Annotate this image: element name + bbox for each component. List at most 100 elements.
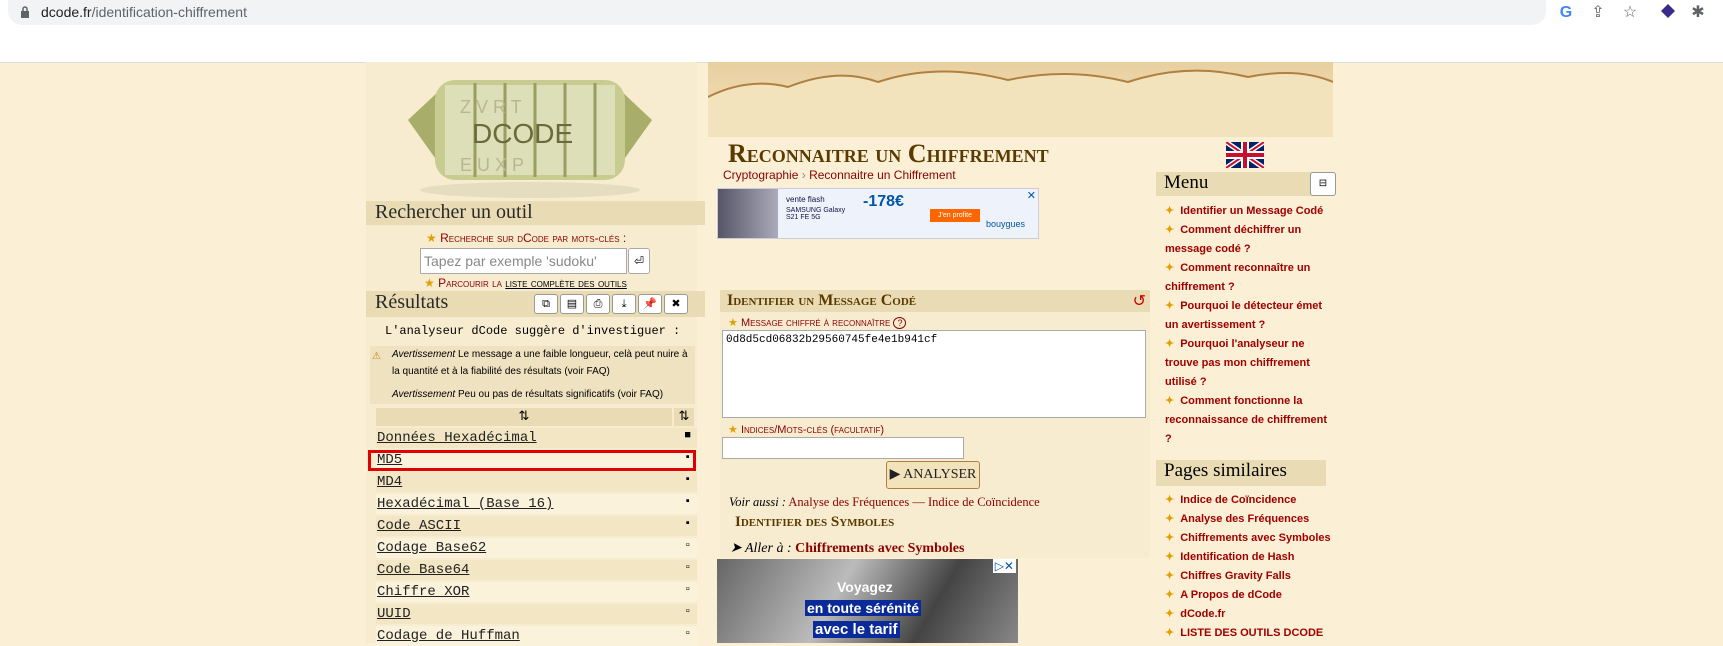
item-label[interactable]: Chiffrements avec Symboles xyxy=(1180,532,1330,544)
item-label[interactable]: Comment fonctionne la reconnaissance de … xyxy=(1165,395,1327,445)
address-bar[interactable]: dcode.fr/identification-chiffrement xyxy=(8,0,1546,25)
ad-banner-samsung[interactable]: vente flash SAMSUNG Galaxy S21 FE 5G -17… xyxy=(717,188,1039,239)
result-link[interactable]: Code ASCII xyxy=(377,518,461,534)
clipboard-icon[interactable]: ▤ xyxy=(560,294,584,314)
menu-item[interactable]: ✦ Comment reconnaître un chiffrement ? xyxy=(1165,259,1335,297)
analyze-button[interactable]: ▶ ANALYSER xyxy=(886,461,980,489)
result-row[interactable]: Code ASCII ▪ xyxy=(376,516,697,536)
copy-icon[interactable]: ⧉ xyxy=(534,294,558,314)
ad-close-icon[interactable]: ✕ xyxy=(1027,189,1036,202)
similar-page-item[interactable]: ✦ Chiffrements avec Symboles xyxy=(1165,529,1340,548)
print-icon[interactable]: ⎙ xyxy=(586,294,610,314)
ad-banner-travel[interactable]: Voyagez en toute sérénité avec le tarif … xyxy=(717,559,1018,643)
similar-page-item[interactable]: ✦ dCode.fr xyxy=(1165,605,1340,624)
search-submit-button[interactable]: ⏎ xyxy=(628,248,650,274)
browse-tools: ★ Parcourir la liste complète des outils xyxy=(424,276,627,290)
item-label[interactable]: A Propos de dCode xyxy=(1180,589,1282,601)
menu-item[interactable]: ✦ Pourquoi le détecteur émet un avertisse… xyxy=(1165,297,1335,335)
search-box-title: Rechercher un outil xyxy=(366,201,705,225)
share-icon[interactable]: ⇪ xyxy=(1588,3,1608,23)
result-row[interactable]: Code Base64 ▫ xyxy=(376,560,697,580)
browser-chrome: dcode.fr/identification-chiffrement G ⇪ … xyxy=(0,0,1723,63)
goto-symbols-link[interactable]: Chiffrements avec Symboles xyxy=(795,541,964,556)
result-link[interactable]: Codage de Huffman xyxy=(377,628,520,644)
result-link[interactable]: Chiffre XOR xyxy=(377,584,469,600)
star-icon[interactable]: ☆ xyxy=(1620,3,1640,23)
result-link[interactable]: UUID xyxy=(377,606,411,622)
results-toolbar: ⧉ ▤ ⎙ ⤓ 📌 ✖ xyxy=(532,294,688,314)
item-label[interactable]: LISTE DES OUTILS DCODE xyxy=(1180,627,1323,639)
similar-page-item[interactable]: ✦ Indice de Coïncidence xyxy=(1165,491,1340,510)
menu-item[interactable]: ✦ Comment déchiffrer un message codé ? xyxy=(1165,221,1335,259)
result-score-mark: ▫ xyxy=(684,540,691,552)
english-flag-icon[interactable] xyxy=(1224,139,1266,171)
item-label[interactable]: Chiffres Gravity Falls xyxy=(1180,570,1291,582)
extension-icon[interactable] xyxy=(1658,3,1678,23)
item-label[interactable]: Comment déchiffrer un message codé ? xyxy=(1165,224,1301,255)
item-label[interactable]: Identifier un Message Codé xyxy=(1180,205,1323,217)
result-link[interactable]: Hexadécimal (Base 16) xyxy=(377,496,553,512)
lock-icon xyxy=(21,6,29,18)
search-input[interactable]: Tapez par exemple 'sudoku' xyxy=(420,248,627,274)
menu-item[interactable]: ✦ Comment fonctionne la reconnaissance de… xyxy=(1165,392,1335,449)
similar-pages-title: Pages similaires xyxy=(1156,460,1326,486)
collapse-menu-icon[interactable]: ⊟ xyxy=(1310,172,1336,196)
result-link[interactable]: Données Hexadécimal xyxy=(377,430,537,446)
download-icon[interactable]: ⤓ xyxy=(612,294,636,314)
similar-page-item[interactable]: ✦ Analyse des Fréquences xyxy=(1165,510,1340,529)
dcode-logo[interactable]: Z V R T DCODE E U X P xyxy=(400,65,660,200)
url-text[interactable]: dcode.fr/identification-chiffrement xyxy=(41,4,247,20)
result-score-mark: ▫ xyxy=(684,584,691,596)
result-row[interactable]: Hexadécimal (Base 16) ▪ xyxy=(376,494,697,514)
item-label[interactable]: Pourquoi le détecteur émet un avertissem… xyxy=(1165,300,1322,331)
result-row[interactable]: Chiffre XOR ▫ xyxy=(376,582,697,602)
breadcrumb-current[interactable]: Reconnaitre un Chiffrement xyxy=(809,168,956,182)
result-link[interactable]: Codage Base62 xyxy=(377,540,486,556)
menu-list: ✦ Identifier un Message Codé ✦ Comment déch… xyxy=(1165,202,1335,449)
result-link[interactable]: MD4 xyxy=(377,474,402,490)
bullet-icon: ✦ xyxy=(1165,627,1175,639)
menu-item[interactable]: ✦ Pourquoi l'analyseur ne trouve pas mon … xyxy=(1165,335,1335,392)
pin-icon[interactable]: 📌 xyxy=(638,294,662,314)
reset-icon[interactable]: ↺ xyxy=(1133,291,1146,311)
see-also-coincidence-link[interactable]: Indice de Coïncidence xyxy=(928,495,1040,509)
similar-page-item[interactable]: ✦ Identification de Hash xyxy=(1165,548,1340,567)
message-textarea[interactable]: 0d8d5cd06832b29560745fe4e1b941cf xyxy=(722,330,1146,418)
help-icon[interactable]: ? xyxy=(893,317,907,329)
result-row[interactable]: UUID ▫ xyxy=(376,604,697,624)
sort-column-header[interactable]: ⇅ xyxy=(376,408,672,426)
item-label[interactable]: Identification de Hash xyxy=(1180,551,1294,563)
tool-header: Identifier un Message Codé ↺ xyxy=(720,290,1150,312)
ad2-close-icon[interactable]: ▷✕ xyxy=(992,559,1016,573)
bullet-icon: ✦ xyxy=(1165,224,1175,236)
result-row[interactable]: Codage Base62 ▫ xyxy=(376,538,697,558)
similar-page-item[interactable]: ✦ A Propos de dCode xyxy=(1165,586,1340,605)
menu-item[interactable]: ✦ Identifier un Message Codé xyxy=(1165,202,1335,221)
result-row[interactable]: MD4 ▪ xyxy=(376,472,697,492)
result-link[interactable]: Code Base64 xyxy=(377,562,469,578)
menu-title: Menu xyxy=(1156,172,1324,196)
result-row[interactable]: Données Hexadécimal ■ xyxy=(376,428,697,448)
item-label[interactable]: Pourquoi l'analyseur ne trouve pas mon c… xyxy=(1165,338,1310,388)
parchment-header xyxy=(708,62,1333,137)
item-label[interactable]: Analyse des Fréquences xyxy=(1180,513,1309,525)
puzzle-icon[interactable]: ✱ xyxy=(1688,3,1708,23)
tools-list-link[interactable]: liste complète des outils xyxy=(505,276,627,290)
close-icon[interactable]: ✖ xyxy=(664,294,688,314)
similar-page-item[interactable]: ✦ LISTE DES OUTILS DCODE xyxy=(1165,624,1340,643)
svg-text:E U X P: E U X P xyxy=(460,155,524,175)
item-label[interactable]: dCode.fr xyxy=(1180,608,1225,620)
breadcrumb-cryptographie[interactable]: Cryptographie xyxy=(723,168,798,182)
see-also-frequencies-link[interactable]: Analyse des Fréquences xyxy=(788,495,909,509)
result-score-mark: ▫ xyxy=(684,562,691,574)
google-icon[interactable]: G xyxy=(1556,3,1576,23)
result-row[interactable]: Codage de Huffman ▫ xyxy=(376,626,697,646)
sort-score-header[interactable]: ⇅ xyxy=(674,408,694,426)
item-label[interactable]: Comment reconnaître un chiffrement ? xyxy=(1165,262,1310,293)
bullet-icon: ✦ xyxy=(1165,532,1175,544)
hint-input[interactable] xyxy=(722,437,964,459)
breadcrumb: Cryptographie › Reconnaitre un Chiffreme… xyxy=(723,168,956,182)
item-label[interactable]: Indice de Coïncidence xyxy=(1180,494,1296,506)
similar-page-item[interactable]: ✦ Chiffres Gravity Falls xyxy=(1165,567,1340,586)
page-title: Reconnaitre un Chiffrement xyxy=(728,139,1049,168)
